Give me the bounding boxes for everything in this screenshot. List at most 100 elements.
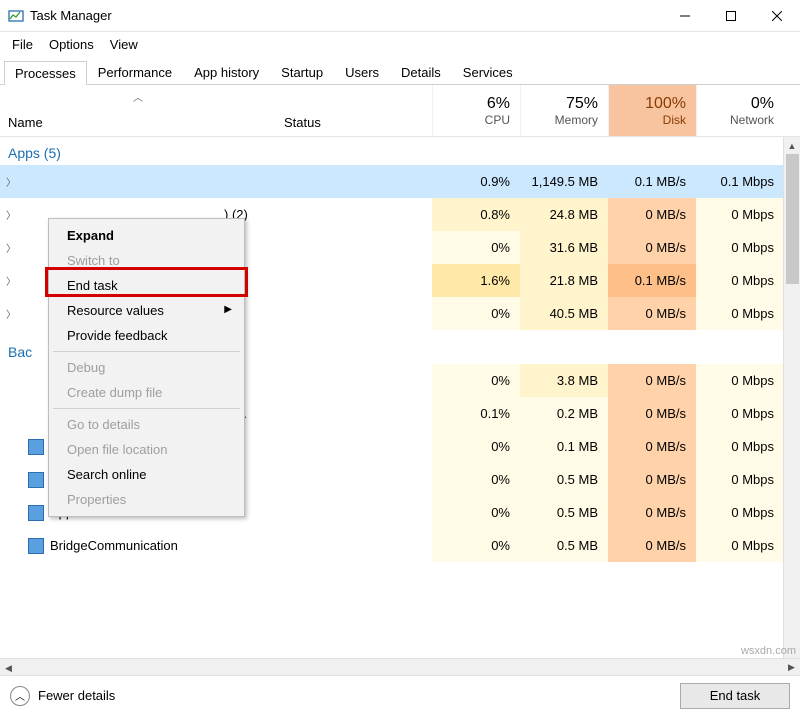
separator [53,408,240,409]
chevron-right-icon[interactable]: 〉 [6,207,18,222]
group-apps[interactable]: Apps (5) [0,137,800,165]
cell-disk: 0.1 MB/s [608,264,696,297]
ctx-resource-values-label: Resource values [67,303,164,318]
tab-performance[interactable]: Performance [87,60,183,84]
chevron-right-icon[interactable]: 〉 [6,174,18,189]
cell-cpu: 0% [432,364,520,397]
window-title: Task Manager [30,8,662,23]
cell-network: 0 Mbps [696,397,784,430]
memory-label: Memory [555,113,598,127]
tab-app-history[interactable]: App history [183,60,270,84]
cell-memory: 0.2 MB [520,397,608,430]
cell-cpu: 0.1% [432,397,520,430]
tab-users[interactable]: Users [334,60,390,84]
menu-view[interactable]: View [102,35,146,54]
chevron-up-icon: ︿ [10,686,30,706]
ctx-provide-feedback[interactable]: Provide feedback [51,323,242,348]
cell-disk: 0.1 MB/s [608,165,696,198]
ctx-properties: Properties [51,487,242,512]
cell-cpu: 0% [432,297,520,330]
minimize-button[interactable] [662,0,708,32]
fewer-details-toggle[interactable]: ︿ Fewer details [10,686,115,706]
process-icon [28,439,44,455]
ctx-open-file-location: Open file location [51,437,242,462]
end-task-button[interactable]: End task [680,683,790,709]
process-name: BridgeCommunication [50,538,178,553]
cell-memory: 3.8 MB [520,364,608,397]
fewer-details-label: Fewer details [38,688,115,703]
menu-options[interactable]: Options [41,35,102,54]
column-name-label: Name [8,115,43,130]
menu-file[interactable]: File [4,35,41,54]
table-row[interactable]: 〉 0.9% 1,149.5 MB 0.1 MB/s 0.1 Mbps [0,165,800,198]
ctx-go-to-details: Go to details [51,412,242,437]
ctx-create-dump: Create dump file [51,380,242,405]
ctx-search-online[interactable]: Search online [51,462,242,487]
scroll-right-icon[interactable]: ▶ [783,659,800,676]
ctx-resource-values[interactable]: Resource values▶ [51,298,242,323]
cell-network: 0 Mbps [696,198,784,231]
column-headers: ︿ Name Status 6% CPU 75% Memory 100% Dis… [0,85,800,137]
cell-cpu: 0% [432,231,520,264]
separator [53,351,240,352]
cpu-label: CPU [485,113,510,127]
cell-disk: 0 MB/s [608,430,696,463]
horizontal-scrollbar[interactable]: ◀ ▶ [0,658,800,675]
tab-services[interactable]: Services [452,60,524,84]
maximize-button[interactable] [708,0,754,32]
column-network[interactable]: 0% Network [696,85,784,136]
cell-disk: 0 MB/s [608,463,696,496]
chevron-right-icon[interactable]: 〉 [6,273,18,288]
process-icon [28,505,44,521]
cell-network: 0 Mbps [696,297,784,330]
cell-network: 0 Mbps [696,430,784,463]
cell-network: 0 Mbps [696,496,784,529]
column-cpu[interactable]: 6% CPU [432,85,520,136]
cell-network: 0 Mbps [696,264,784,297]
cell-memory: 31.6 MB [520,231,608,264]
cell-cpu: 0.8% [432,198,520,231]
memory-percent: 75% [566,95,598,113]
cell-network: 0 Mbps [696,463,784,496]
process-icon [28,472,44,488]
cell-disk: 0 MB/s [608,364,696,397]
cell-memory: 1,149.5 MB [520,165,608,198]
watermark: wsxdn.com [741,645,796,657]
tab-startup[interactable]: Startup [270,60,334,84]
cell-network: 0.1 Mbps [696,165,784,198]
network-label: Network [730,113,774,127]
scroll-thumb[interactable] [786,154,799,284]
ctx-switch-to: Switch to [51,248,242,273]
cell-cpu: 0% [432,430,520,463]
chevron-right-icon[interactable]: 〉 [6,240,18,255]
cell-network: 0 Mbps [696,529,784,562]
context-menu: Expand Switch to End task Resource value… [48,218,245,517]
cell-memory: 0.5 MB [520,529,608,562]
column-memory[interactable]: 75% Memory [520,85,608,136]
cell-memory: 40.5 MB [520,297,608,330]
tab-processes[interactable]: Processes [4,61,87,85]
tab-details[interactable]: Details [390,60,452,84]
footer: ︿ Fewer details End task [0,675,800,715]
column-disk[interactable]: 100% Disk [608,85,696,136]
cell-disk: 0 MB/s [608,297,696,330]
title-bar: Task Manager [0,0,800,32]
close-button[interactable] [754,0,800,32]
table-row[interactable]: BridgeCommunication 0% 0.5 MB 0 MB/s 0 M… [0,529,800,562]
vertical-scrollbar[interactable]: ▲ ▼ [783,137,800,677]
ctx-expand[interactable]: Expand [51,223,242,248]
chevron-right-icon[interactable]: 〉 [6,306,18,321]
column-status-label: Status [284,115,321,130]
cell-memory: 21.8 MB [520,264,608,297]
menu-bar: File Options View [0,32,800,56]
column-name[interactable]: ︿ Name [0,85,276,136]
cell-memory: 0.1 MB [520,430,608,463]
column-status[interactable]: Status [276,85,432,136]
ctx-end-task[interactable]: End task [51,273,242,298]
cell-cpu: 1.6% [432,264,520,297]
cell-disk: 0 MB/s [608,198,696,231]
disk-percent: 100% [645,95,686,113]
scroll-up-icon[interactable]: ▲ [784,137,800,154]
cell-cpu: 0.9% [432,165,520,198]
cell-disk: 0 MB/s [608,397,696,430]
